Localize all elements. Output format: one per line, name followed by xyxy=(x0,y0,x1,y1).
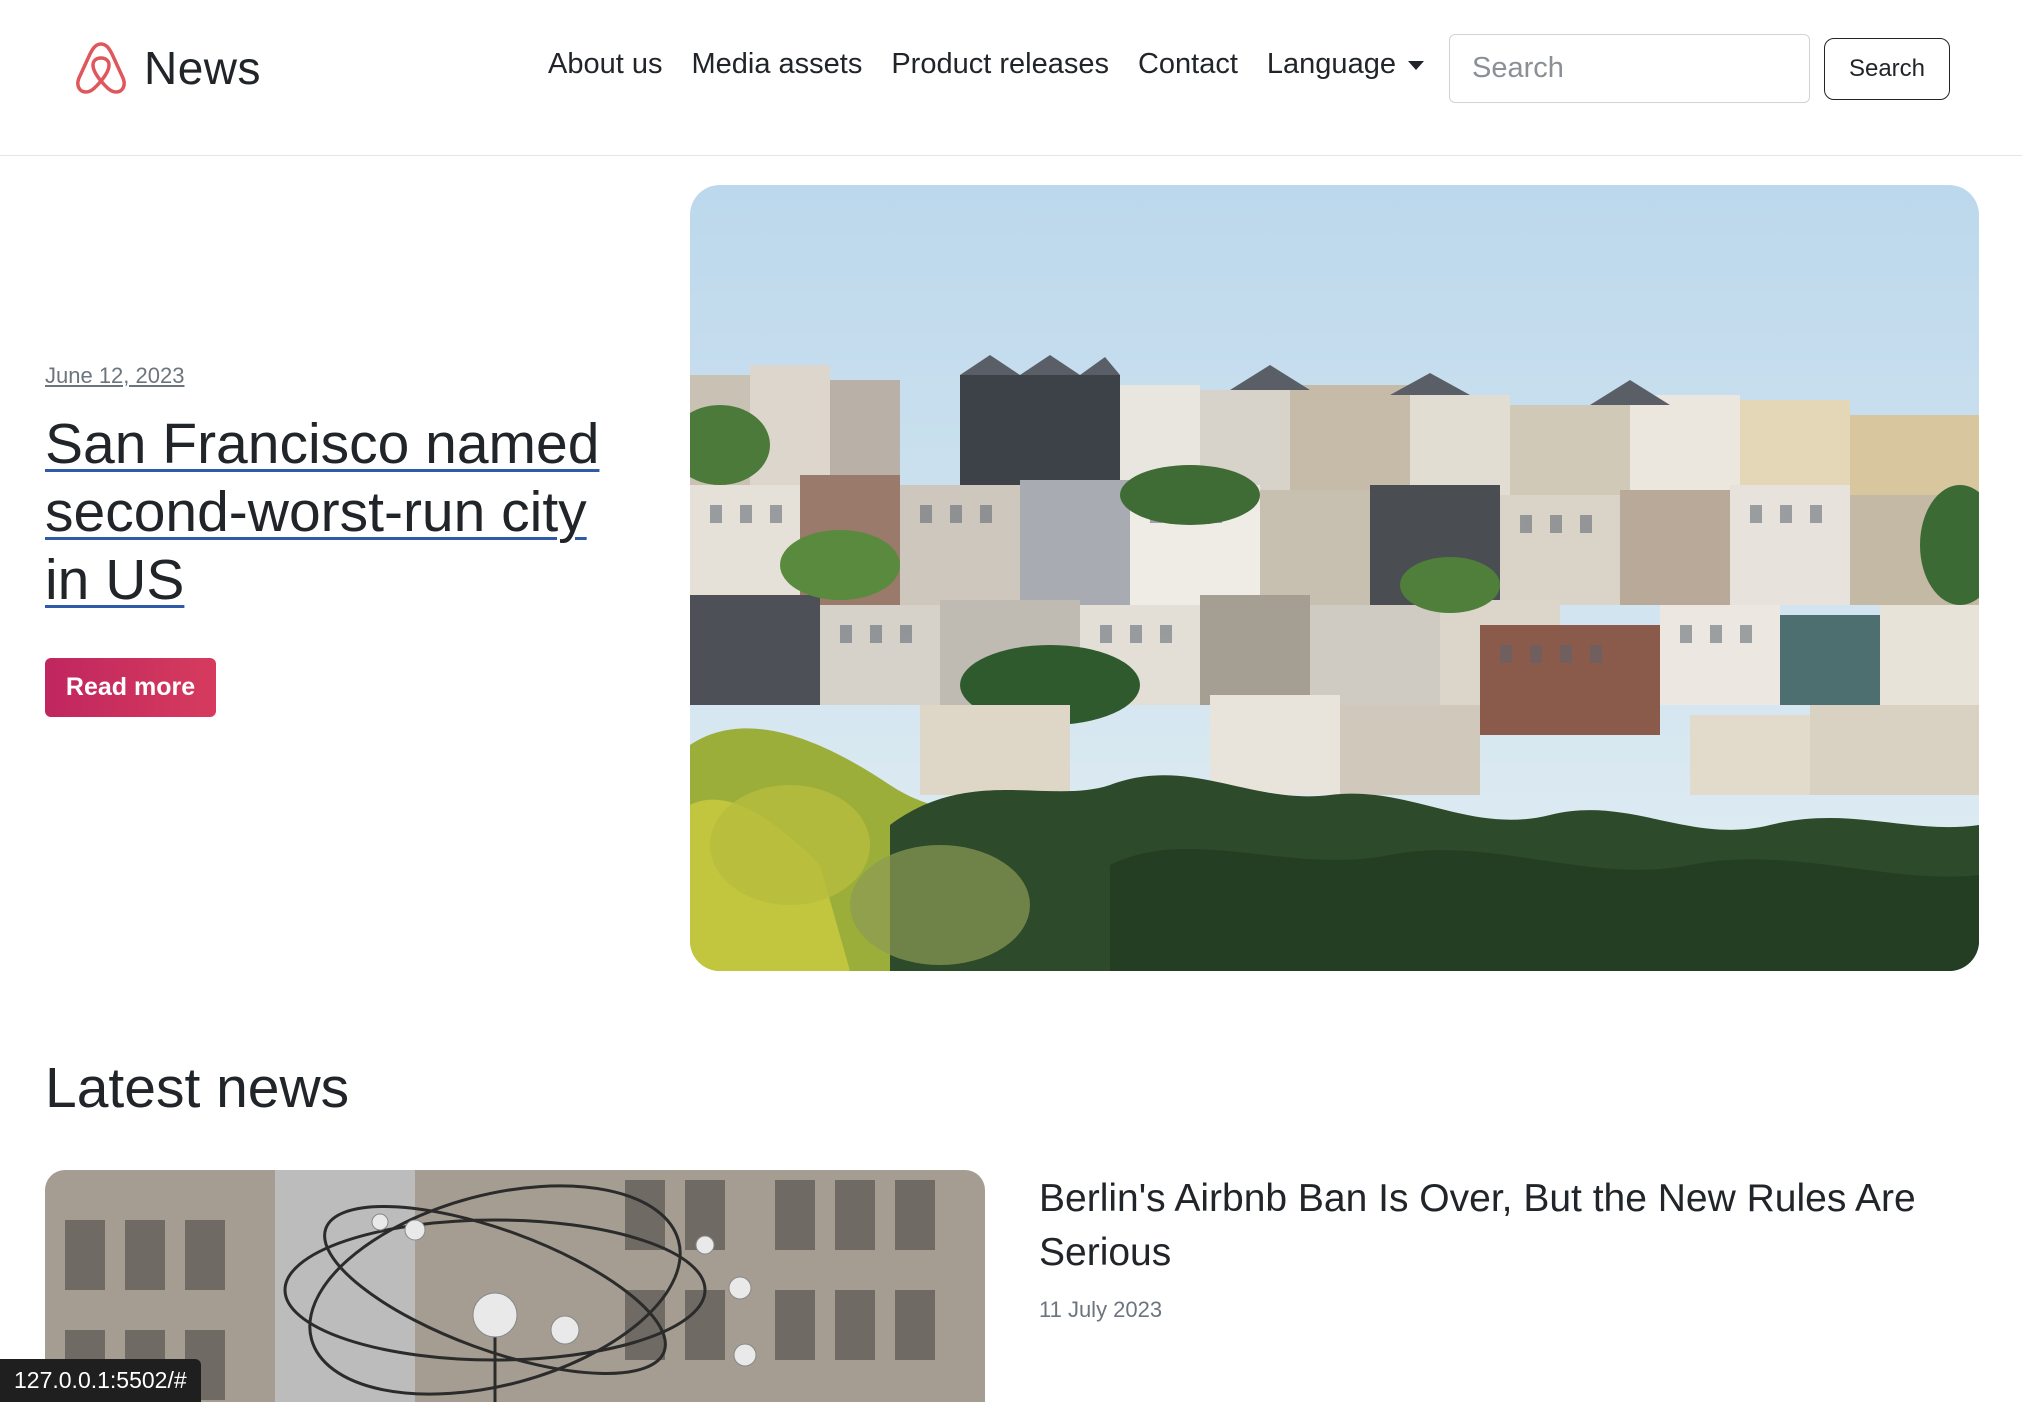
brand-link[interactable]: News xyxy=(72,38,261,98)
nav-product-releases[interactable]: Product releases xyxy=(891,48,1109,81)
language-dropdown[interactable]: Language xyxy=(1267,48,1424,81)
status-bar-url: 127.0.0.1:5502/# xyxy=(0,1359,201,1402)
brand-title: News xyxy=(144,42,262,94)
hero-image[interactable] xyxy=(690,185,1979,971)
main-nav: About us Media assets Product releases C… xyxy=(548,48,1424,81)
latest-news-heading: Latest news xyxy=(45,1056,350,1120)
hero-title-link[interactable]: San Francisco named second-worst-run cit… xyxy=(45,410,645,614)
nav-media-assets[interactable]: Media assets xyxy=(691,48,862,81)
airbnb-logo-icon xyxy=(76,42,126,94)
news-item-title[interactable]: Berlin's Airbnb Ban Is Over, But the New… xyxy=(1039,1172,1979,1280)
language-label: Language xyxy=(1266,48,1396,80)
search-button[interactable]: Search xyxy=(1824,38,1950,100)
search-input[interactable] xyxy=(1449,34,1810,103)
navbar: News About us Media assets Product relea… xyxy=(0,0,2022,156)
news-item-date: 11 July 2023 xyxy=(1039,1297,1163,1322)
nav-contact[interactable]: Contact xyxy=(1138,48,1238,81)
read-more-button[interactable]: Read more xyxy=(45,658,216,717)
caret-down-icon xyxy=(1407,61,1424,70)
san-francisco-houses-image xyxy=(690,185,1979,971)
nav-about-us[interactable]: About us xyxy=(548,48,662,81)
hero-date[interactable]: June 12, 2023 xyxy=(45,363,184,389)
